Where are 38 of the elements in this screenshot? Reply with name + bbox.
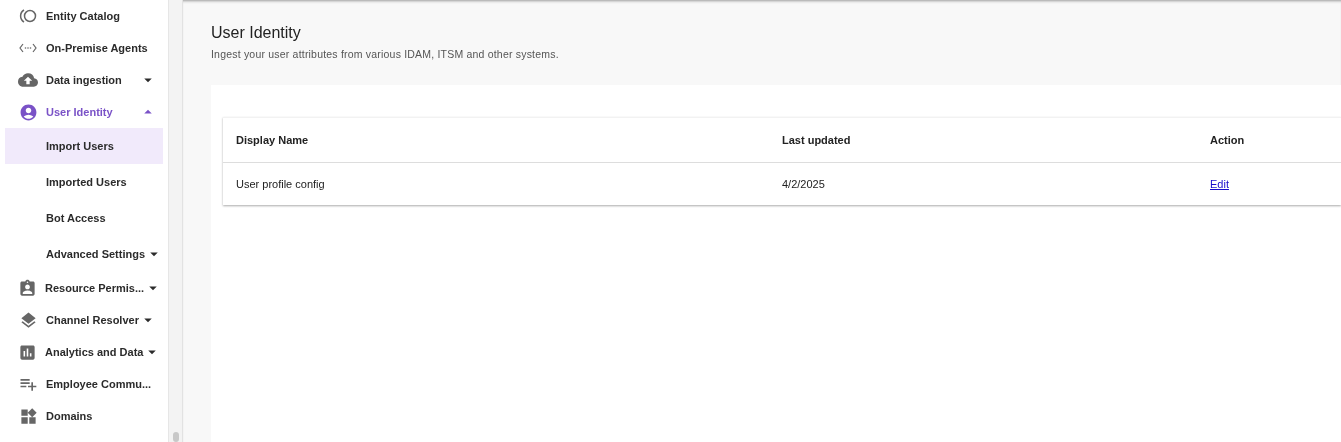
sidebar-item-label: Employee Commu... xyxy=(46,378,153,390)
sidebar-item[interactable]: Entity Catalog xyxy=(5,0,163,32)
sidebar-item[interactable]: Channel Resolver xyxy=(5,304,163,336)
page-subtitle: Ingest your user attributes from various IDAM, ITSM and other systems. xyxy=(211,48,560,60)
edit-link[interactable]: Edit xyxy=(1210,178,1229,190)
sidebar-subitem[interactable]: Bot Access xyxy=(5,200,163,236)
scrollbar[interactable] xyxy=(169,0,183,442)
sidebar-item-label: Domains xyxy=(46,410,94,422)
sidebar-item-label: Channel Resolver xyxy=(46,314,139,326)
widgets-icon xyxy=(18,406,38,426)
catalog-icon xyxy=(19,8,37,24)
sidebar-item-label: Analytics and Data xyxy=(45,346,144,358)
code-brackets-icon xyxy=(19,43,37,53)
sidebar-item-label: Data ingestion xyxy=(46,74,123,86)
sidebar-item[interactable]: Resource Permis... xyxy=(5,272,163,304)
sidebar-item-label: On-Premise Agents xyxy=(46,42,149,54)
sidebar-subitem[interactable]: Import Users xyxy=(5,128,163,164)
sidebar-item[interactable]: Domains xyxy=(5,400,163,432)
table-cell-text: 4/2/2025 xyxy=(782,178,826,190)
page-title: User Identity xyxy=(211,24,302,42)
sidebar-item-label: Resource Permis... xyxy=(45,282,145,294)
sidebar-item[interactable]: Data ingestion xyxy=(5,64,163,96)
sidebar-subitem[interactable]: Imported Users xyxy=(5,164,163,200)
sidebar-item-label: User Identity xyxy=(46,106,114,118)
column-header: Last updated xyxy=(782,134,852,146)
sidebar-item-label: Entity Catalog xyxy=(46,10,121,22)
sidebar-item[interactable]: Employee Commu... xyxy=(5,368,163,400)
sidebar-item[interactable]: User Identity xyxy=(5,96,163,128)
account-icon xyxy=(18,102,38,122)
cloud-upload-icon xyxy=(18,70,38,90)
id-badge-icon xyxy=(18,278,37,298)
sidebar-item[interactable]: On-Premise Agents xyxy=(5,32,163,64)
table-cell-text: User profile config xyxy=(236,178,326,190)
column-header: Display Name xyxy=(236,134,310,146)
bar-chart-icon xyxy=(18,342,37,362)
sidebar-item[interactable]: Analytics and Data xyxy=(5,336,163,368)
column-header: Action xyxy=(1210,134,1246,146)
sidebar-subitem[interactable]: Advanced Settings xyxy=(5,236,163,272)
